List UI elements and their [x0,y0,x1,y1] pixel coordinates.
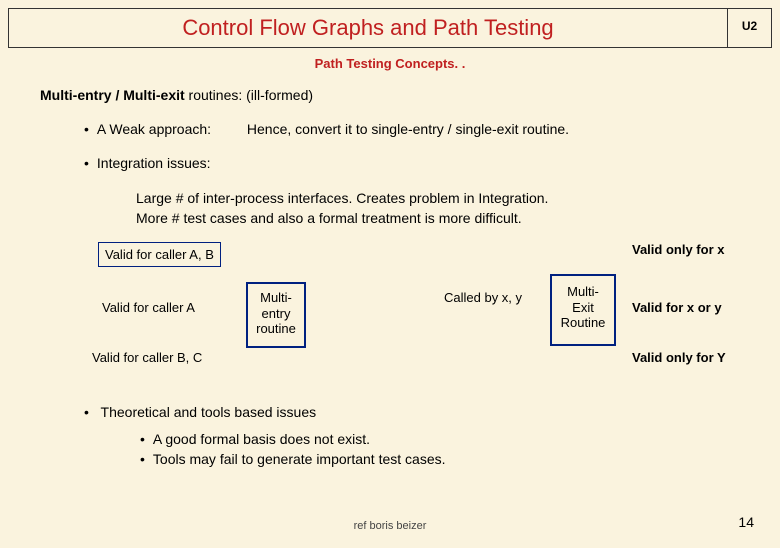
integration-text: Large # of inter-process interfaces. Cre… [136,189,740,228]
section-heading: Multi-entry / Multi-exit routines: (ill-… [40,87,740,103]
slide-title: Control Flow Graphs and Path Testing [9,9,727,47]
label-valid-a: Valid for caller A [102,300,195,315]
bullet-icon: • [84,121,89,137]
title-bar: Control Flow Graphs and Path Testing U2 [8,8,772,48]
bullet-icon: • [140,430,145,450]
page-number: 14 [738,514,754,530]
label-valid-x-or-y: Valid for x or y [632,300,722,315]
sub-bullets: • A good formal basis does not exist. • … [140,430,740,469]
label-valid-only-y: Valid only for Y [632,350,726,365]
bullet-label: Integration issues: [97,155,247,171]
bullet-icon: • [140,450,145,470]
bullet-icon: • [84,155,89,171]
sub-bullet-text: A good formal basis does not exist. [153,430,370,450]
diagram-area: Valid for caller A, B Valid for caller A… [80,242,730,396]
sub-bullet-1: • A good formal basis does not exist. [140,430,740,450]
integration-line2: More # test cases and also a formal trea… [136,209,740,229]
content-area: Multi-entry / Multi-exit routines: (ill-… [0,87,780,469]
unit-label: U2 [727,9,771,47]
bullet-text: Hence, convert it to single-entry / sing… [247,121,740,137]
slide-subtitle: Path Testing Concepts. . [0,56,780,71]
box-multi-entry: Multi-entry routine [246,282,306,348]
bullet-text: Theoretical and tools based issues [101,404,317,420]
label-valid-only-x: Valid only for x [632,242,724,257]
box-valid-ab: Valid for caller A, B [98,242,221,267]
bullet-integration: • Integration issues: [84,155,740,171]
bullet-label: A Weak approach: [97,121,247,137]
footer-reference: ref boris beizer [0,520,780,532]
sub-bullet-2: • Tools may fail to generate important t… [140,450,740,470]
heading-rest: routines: (ill-formed) [185,87,313,103]
label-valid-bc: Valid for caller B, C [92,350,202,365]
box-multi-exit: Multi-Exit Routine [550,274,616,346]
label-called-xy: Called by x, y [444,290,522,305]
sub-bullet-text: Tools may fail to generate important tes… [153,450,446,470]
heading-bold: Multi-entry / Multi-exit [40,87,185,103]
bullet-theoretical: • Theoretical and tools based issues • A… [84,404,740,469]
bullet-icon: • [84,404,89,420]
bullet-weak-approach: • A Weak approach: Hence, convert it to … [84,121,740,137]
integration-line1: Large # of inter-process interfaces. Cre… [136,189,740,209]
